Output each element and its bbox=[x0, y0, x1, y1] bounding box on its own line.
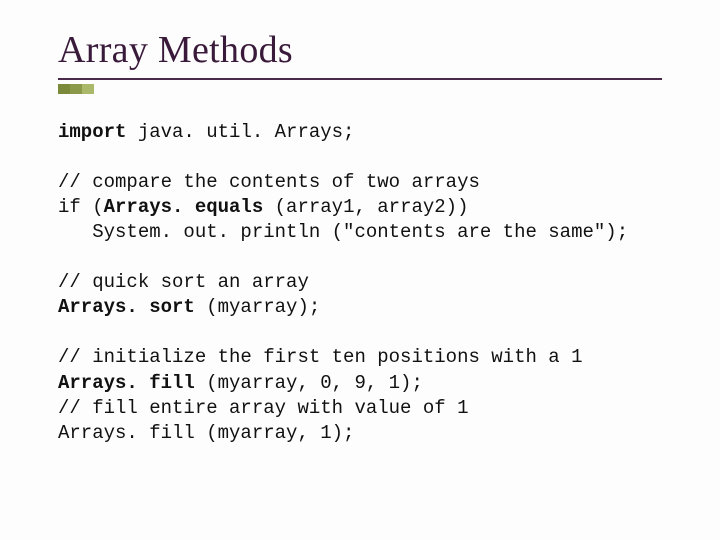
code-text: if ( bbox=[58, 196, 104, 218]
blank-line bbox=[58, 145, 662, 170]
code-text: java. util. Arrays; bbox=[126, 121, 354, 143]
code-text: (myarray); bbox=[195, 296, 320, 318]
code-text: System. out. println ("contents are the … bbox=[58, 221, 628, 243]
code-block: import java. util. Arrays; // compare th… bbox=[58, 120, 662, 446]
code-comment: // initialize the first ten positions wi… bbox=[58, 346, 583, 368]
slide: Array Methods import java. util. Arrays;… bbox=[0, 0, 720, 540]
code-text: Arrays. fill (myarray, 1); bbox=[58, 422, 354, 444]
code-comment: // quick sort an array bbox=[58, 271, 309, 293]
accent-bar bbox=[58, 84, 94, 94]
blank-line bbox=[58, 245, 662, 270]
code-text: (myarray, 0, 9, 1); bbox=[195, 372, 423, 394]
page-title: Array Methods bbox=[58, 28, 662, 72]
code-bold: Arrays. sort bbox=[58, 296, 195, 318]
code-bold: Arrays. fill bbox=[58, 372, 195, 394]
code-bold: Arrays. equals bbox=[104, 196, 264, 218]
code-text: (array1, array2)) bbox=[263, 196, 468, 218]
code-keyword-import: import bbox=[58, 121, 126, 143]
blank-line bbox=[58, 320, 662, 345]
title-underline bbox=[58, 78, 662, 80]
code-comment: // compare the contents of two arrays bbox=[58, 171, 480, 193]
code-comment: // fill entire array with value of 1 bbox=[58, 397, 468, 419]
